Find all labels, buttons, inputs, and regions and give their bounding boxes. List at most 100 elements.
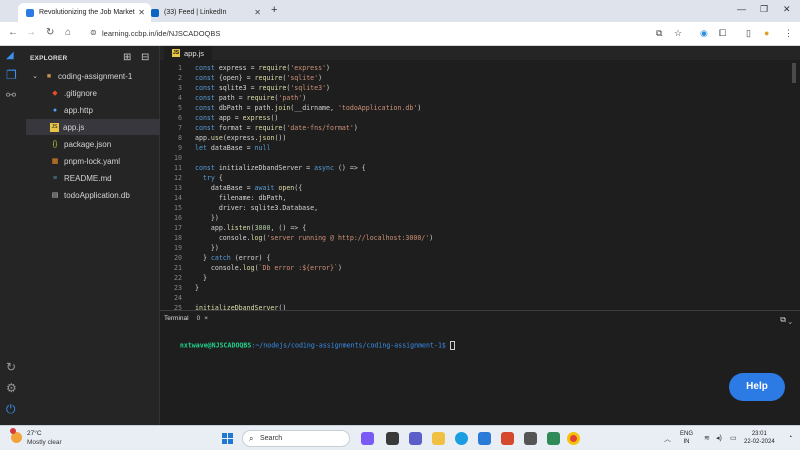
maximize-icon[interactable]: ❐ <box>760 4 768 15</box>
close-window-icon[interactable]: ✕ <box>783 4 791 15</box>
bookmark-star-icon[interactable]: ☆ <box>674 28 682 39</box>
taskbar-search-input[interactable]: ⌕ Search <box>242 430 350 447</box>
code-line: 12 try { <box>160 174 800 184</box>
tab-title: (33) Feed | LinkedIn <box>164 9 227 16</box>
file-name: pnpm-lock.yaml <box>64 156 121 166</box>
search-icon: ⌕ <box>249 434 254 443</box>
code-line: 17 app.listen(3000, () => { <box>160 224 800 234</box>
line-code: const dbPath = path.join(__dirname, 'tod… <box>195 104 422 112</box>
new-tab-button[interactable]: + <box>271 4 277 16</box>
wifi-icon[interactable]: ≋ <box>704 434 710 442</box>
terminal-maximize-icon[interactable]: ⧉ ⌄ <box>780 315 792 325</box>
file-name: package.json <box>64 139 112 149</box>
file-explorer-icon[interactable] <box>432 432 445 445</box>
home-icon[interactable]: ⌂ <box>65 27 71 38</box>
extension-icon[interactable]: ◉ <box>700 28 708 39</box>
line-number: 2 <box>178 74 182 82</box>
volume-icon[interactable]: ◂) <box>716 434 722 442</box>
profile-avatar-icon[interactable]: ● <box>764 28 769 38</box>
file-item-readme[interactable]: ≡ README.md <box>26 170 160 186</box>
url-input[interactable]: ⊜ learning.ccbp.in/ide/NJSCADOQBS <box>86 25 696 43</box>
line-code: try { <box>202 174 223 182</box>
settings-gear-icon[interactable]: ⚙ <box>6 381 17 395</box>
edge-icon[interactable] <box>455 432 468 445</box>
notification-bell-icon[interactable]: ◔ <box>788 434 792 441</box>
folder-item[interactable]: ⌄ ■ coding-assignment-1 <box>26 68 160 84</box>
reload-icon[interactable]: ↻ <box>46 27 54 38</box>
code-line: 4 const path = require('path') <box>160 94 800 104</box>
chrome-icon[interactable] <box>567 432 580 445</box>
terminal-close-icon[interactable]: × <box>204 315 208 322</box>
menu-dots-icon[interactable]: ⋮ <box>784 28 793 39</box>
line-code: const initializeDbandServer = async () =… <box>195 164 366 172</box>
file-item-app-http[interactable]: ● app.http <box>26 102 160 118</box>
teams-icon[interactable] <box>409 432 422 445</box>
office-icon[interactable] <box>501 432 514 445</box>
line-code: const format = require('date-fns/format'… <box>195 124 358 132</box>
share-icon[interactable]: ⧉ <box>656 28 662 39</box>
code-line: 18 console.log('server running @ http://… <box>160 234 800 244</box>
tray-chevron-up-icon[interactable]: ︿ <box>664 434 671 444</box>
line-code: } <box>195 284 199 292</box>
terminal-panel[interactable]: Terminal 0 × ⧉ ⌄ nxtwave@NJSCADOQBS:~/node… <box>160 310 800 425</box>
file-item-pnpm-lock[interactable]: ▦ pnpm-lock.yaml <box>26 153 160 169</box>
camera-icon[interactable] <box>524 432 537 445</box>
line-number: 13 <box>174 184 182 192</box>
clock-date: 22-02-2024 <box>744 439 775 445</box>
line-number: 21 <box>174 264 182 272</box>
store-icon[interactable] <box>478 432 491 445</box>
forward-icon[interactable]: → <box>26 27 36 38</box>
browser-tab-job-market[interactable]: Revolutionizing the Job Market ✕ <box>18 3 151 22</box>
browser-tab-linkedin[interactable]: (33) Feed | LinkedIn ✕ <box>143 3 267 22</box>
extensions-puzzle-icon[interactable]: ⧠ <box>719 28 726 39</box>
file-name: .gitignore <box>64 88 97 98</box>
task-view-icon[interactable] <box>386 432 399 445</box>
new-folder-icon[interactable]: ⊟ <box>141 52 149 63</box>
code-editor[interactable]: 1 const express = require('express') 2 cons… <box>160 60 800 310</box>
line-code: } catch (error) { <box>195 254 271 262</box>
editor-scrollbar[interactable] <box>792 63 796 83</box>
terminal-tab[interactable]: Terminal 0 × <box>164 315 208 322</box>
power-icon[interactable]: ⏻ <box>6 402 16 417</box>
file-item-package-json[interactable]: {} package.json <box>26 136 160 152</box>
terminal-cursor <box>449 341 455 350</box>
line-number: 15 <box>174 204 182 212</box>
close-tab-icon[interactable]: ✕ <box>254 8 261 17</box>
line-number: 19 <box>174 244 182 252</box>
js-icon: JS <box>50 122 59 132</box>
windows-start-icon[interactable] <box>222 433 234 445</box>
lang-line2: IN <box>683 439 690 445</box>
windows-taskbar: 27°C Mostly clear ⌕ Search ︿ ENG IN ≋ ◂)… <box>0 425 800 450</box>
file-item-app-js[interactable]: JS app.js <box>26 119 160 135</box>
clock-time: 23:01 <box>751 431 767 437</box>
line-code: const express = require('express') <box>195 64 331 72</box>
minimize-icon[interactable]: — <box>737 4 746 14</box>
line-number: 8 <box>178 134 182 142</box>
battery-icon[interactable]: ▭ <box>730 434 737 442</box>
chevron-down-icon: ⌄ <box>32 73 38 80</box>
language-indicator[interactable]: ENG IN <box>680 430 693 446</box>
code-line: 10 <box>160 154 800 164</box>
line-number: 20 <box>174 254 182 262</box>
help-button[interactable]: Help <box>729 373 785 401</box>
code-line: 23} <box>160 284 800 294</box>
git-link-icon[interactable]: ⚯ <box>6 88 16 102</box>
back-icon[interactable]: ← <box>8 27 18 38</box>
editor-tab-app-js[interactable]: JS app.js <box>164 46 213 60</box>
widgets-icon[interactable] <box>361 432 374 445</box>
file-item-todo-db[interactable]: ▤ todoApplication.db <box>26 187 160 203</box>
search-placeholder: Search <box>260 435 283 442</box>
media-icon[interactable] <box>547 432 560 445</box>
refresh-icon[interactable]: ↻ <box>6 360 16 374</box>
new-file-icon[interactable]: ⊞ <box>123 52 131 63</box>
site-info-icon[interactable]: ⊜ <box>90 28 97 37</box>
sidebar-icon[interactable]: ▯ <box>746 28 751 39</box>
file-item-gitignore[interactable]: ◆ .gitignore <box>26 85 160 101</box>
system-clock[interactable]: 23:01 22-02-2024 <box>744 430 775 446</box>
line-code: console.log(`Db error :${error}`) <box>195 264 342 272</box>
line-number: 7 <box>178 124 182 132</box>
ccbp-logo-icon: ◢ <box>6 50 14 61</box>
code-line: 8 app.use(express.json()) <box>160 134 800 144</box>
explorer-files-icon[interactable]: ❐ <box>6 68 17 82</box>
yaml-icon: ▦ <box>51 158 59 165</box>
